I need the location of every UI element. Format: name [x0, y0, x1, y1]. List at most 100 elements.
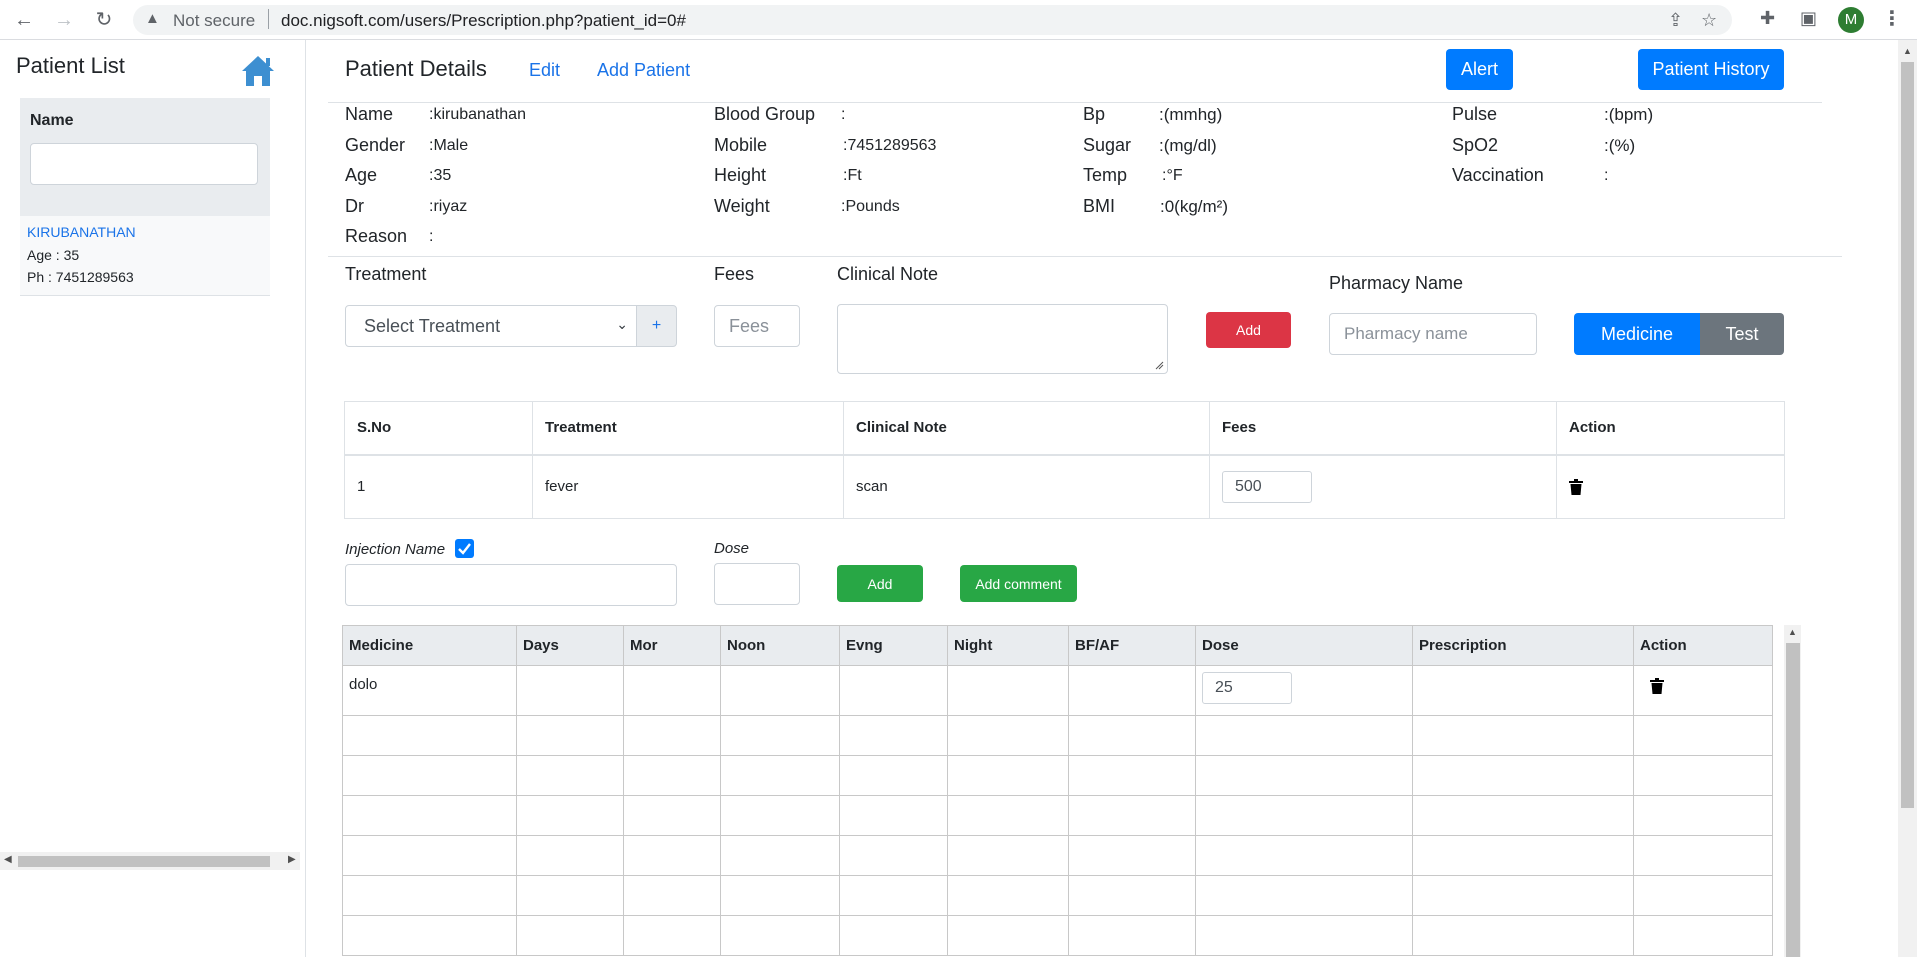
scroll-up-icon[interactable]: ▲	[1903, 46, 1912, 56]
table-cell[interactable]	[839, 835, 948, 876]
add-treatment-submit-button[interactable]: Add	[1206, 312, 1291, 348]
table-cell[interactable]	[516, 755, 624, 796]
table-cell[interactable]	[1195, 755, 1413, 796]
table-cell[interactable]	[342, 835, 517, 876]
scroll-up-icon[interactable]: ▲	[1788, 627, 1797, 637]
table-cell[interactable]	[720, 755, 840, 796]
treatment-select[interactable]: Select Treatment ⌄	[345, 305, 637, 347]
table-cell[interactable]	[516, 875, 624, 916]
pharmacy-name-input[interactable]: Pharmacy name	[1329, 313, 1537, 355]
days-cell[interactable]	[516, 665, 624, 716]
table-cell[interactable]	[342, 875, 517, 916]
back-icon[interactable]: ←	[12, 8, 36, 32]
add-injection-button[interactable]: Add	[837, 565, 923, 602]
address-bar[interactable]: ▲ Not secure doc.nigsoft.com/users/Presc…	[133, 5, 1732, 35]
page-scrollbar[interactable]: ▲	[1898, 40, 1917, 957]
star-icon[interactable]: ☆	[1701, 10, 1717, 31]
fees-input[interactable]: Fees	[714, 305, 800, 347]
sidebar-horizontal-scrollbar[interactable]: ◀ ▶	[0, 852, 300, 870]
table-cell[interactable]	[1195, 715, 1413, 756]
injection-checkbox[interactable]	[455, 539, 474, 558]
table-cell[interactable]	[342, 915, 517, 956]
table-cell[interactable]	[839, 875, 948, 916]
dose-row-input[interactable]: 25	[1202, 672, 1292, 704]
reload-icon[interactable]: ↻	[92, 8, 116, 32]
table-cell[interactable]	[1068, 835, 1196, 876]
table-cell[interactable]	[1633, 795, 1773, 836]
table-cell[interactable]	[1412, 715, 1634, 756]
table-cell[interactable]	[516, 915, 624, 956]
bfaf-cell[interactable]	[1068, 665, 1196, 716]
more-menu-icon[interactable]: ⋮	[1882, 6, 1902, 31]
patient-list-item[interactable]: KIRUBANATHAN Age : 35 Ph : 7451289563	[20, 216, 270, 296]
table-cell[interactable]	[1412, 915, 1634, 956]
table-cell[interactable]	[342, 795, 517, 836]
trash-icon[interactable]	[1650, 678, 1664, 694]
table-cell[interactable]	[1068, 755, 1196, 796]
side-panel-icon[interactable]: ▣	[1800, 8, 1817, 29]
table-cell[interactable]	[623, 875, 721, 916]
fees-row-input[interactable]: 500	[1222, 470, 1312, 503]
table-cell[interactable]	[839, 915, 948, 956]
table-cell[interactable]	[623, 715, 721, 756]
table-cell[interactable]	[947, 755, 1069, 796]
table-cell[interactable]	[1068, 915, 1196, 956]
scrollbar-thumb[interactable]	[1786, 643, 1800, 957]
table-cell[interactable]	[1633, 875, 1773, 916]
edit-link[interactable]: Edit	[529, 60, 560, 81]
medicine-table-scrollbar[interactable]: ▲	[1784, 625, 1801, 957]
home-icon[interactable]	[240, 54, 276, 88]
profile-avatar[interactable]: M	[1838, 7, 1864, 33]
table-cell[interactable]	[839, 755, 948, 796]
table-cell[interactable]	[1195, 795, 1413, 836]
scroll-right-icon[interactable]: ▶	[288, 854, 296, 865]
extensions-icon[interactable]: ✚	[1760, 8, 1775, 29]
table-cell[interactable]	[947, 835, 1069, 876]
table-cell[interactable]	[623, 755, 721, 796]
table-cell[interactable]	[720, 715, 840, 756]
evng-cell[interactable]	[839, 665, 948, 716]
alert-button[interactable]: Alert	[1446, 49, 1513, 90]
add-comment-button[interactable]: Add comment	[960, 565, 1077, 602]
noon-cell[interactable]	[720, 665, 840, 716]
table-cell[interactable]	[516, 795, 624, 836]
clinical-note-textarea[interactable]	[837, 304, 1168, 374]
table-cell[interactable]	[947, 875, 1069, 916]
resize-handle-icon[interactable]	[1155, 361, 1164, 370]
share-icon[interactable]: ⇪	[1668, 10, 1683, 31]
table-cell[interactable]	[1068, 875, 1196, 916]
table-cell[interactable]	[1068, 715, 1196, 756]
table-cell[interactable]	[1412, 755, 1634, 796]
table-cell[interactable]	[839, 715, 948, 756]
table-cell[interactable]	[720, 875, 840, 916]
table-cell[interactable]	[1195, 835, 1413, 876]
scrollbar-thumb[interactable]	[1901, 62, 1914, 808]
table-cell[interactable]	[516, 715, 624, 756]
name-search-input[interactable]	[30, 143, 258, 185]
patient-name-link[interactable]: KIRUBANATHAN	[27, 224, 136, 240]
table-cell[interactable]	[1412, 795, 1634, 836]
medicine-cell[interactable]: dolo	[342, 665, 517, 716]
tab-medicine[interactable]: Medicine	[1574, 313, 1700, 355]
table-cell[interactable]	[623, 835, 721, 876]
table-cell[interactable]	[1412, 875, 1634, 916]
mor-cell[interactable]	[623, 665, 721, 716]
table-cell[interactable]	[516, 835, 624, 876]
dose-input[interactable]	[714, 563, 800, 605]
table-cell[interactable]	[720, 915, 840, 956]
url-text[interactable]: doc.nigsoft.com/users/Prescription.php?p…	[281, 11, 686, 31]
table-cell[interactable]	[342, 715, 517, 756]
table-cell[interactable]	[623, 795, 721, 836]
table-cell[interactable]	[1633, 755, 1773, 796]
table-cell[interactable]	[720, 835, 840, 876]
table-cell[interactable]	[1412, 835, 1634, 876]
table-cell[interactable]	[1633, 715, 1773, 756]
table-cell[interactable]	[1068, 795, 1196, 836]
add-patient-link[interactable]: Add Patient	[597, 60, 690, 81]
table-cell[interactable]	[1633, 915, 1773, 956]
table-cell[interactable]	[1195, 915, 1413, 956]
night-cell[interactable]	[947, 665, 1069, 716]
forward-icon[interactable]: →	[52, 8, 76, 32]
table-cell[interactable]	[1633, 835, 1773, 876]
scroll-left-icon[interactable]: ◀	[4, 854, 12, 865]
